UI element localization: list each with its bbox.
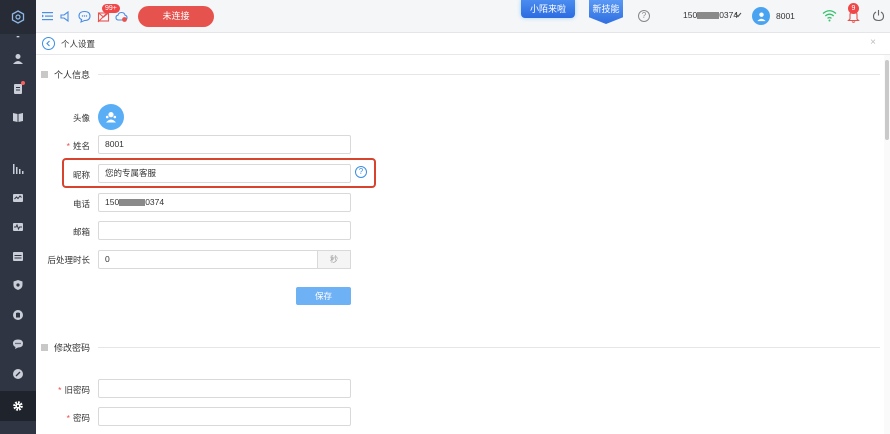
avatar[interactable] (98, 104, 124, 130)
section-divider (98, 346, 881, 348)
sidebar-item-top[interactable] (0, 34, 36, 42)
sidebar-item-tasks[interactable] (0, 74, 36, 102)
phone-prefix: 150 (105, 197, 120, 207)
old-password-label: * 旧密码 (58, 385, 90, 395)
phone-selector[interactable]: 150 0374 (683, 10, 738, 20)
sidebar-item-user[interactable] (0, 45, 36, 73)
sidebar-item-shield[interactable] (0, 271, 36, 299)
nickname-field[interactable]: 您的专属客服 (98, 164, 351, 183)
phone-mask (119, 199, 146, 206)
message-icon[interactable] (77, 9, 91, 23)
avatar[interactable] (752, 7, 770, 25)
phone-suffix: 0374 (145, 197, 165, 207)
connection-status-button[interactable]: 未连接 (138, 6, 214, 27)
announcement-icon[interactable] (58, 9, 72, 23)
sidebar-item-chat[interactable] (0, 330, 36, 358)
phone-field[interactable]: 150 0374 (98, 193, 351, 212)
name-label: * 姓名 (66, 141, 90, 151)
promo-banner-xiaomo[interactable]: 小陌来啦 (521, 0, 575, 18)
link-icon (13, 369, 23, 379)
gear-icon (13, 401, 23, 411)
section-title: 个人信息 (54, 69, 91, 80)
name-field[interactable]: 8001 (98, 135, 351, 154)
shield-icon (13, 280, 23, 290)
email-field[interactable] (98, 221, 351, 240)
help-icon[interactable]: ? (638, 10, 650, 22)
sidebar (0, 0, 36, 434)
nickname-label: 昵称 (72, 170, 90, 180)
save-button[interactable]: 保存 (296, 287, 351, 305)
sidebar-item-shirt[interactable] (0, 301, 36, 329)
app-logo-icon[interactable] (0, 0, 36, 34)
phone-label: 电话 (72, 199, 90, 209)
close-icon[interactable]: × (870, 37, 876, 48)
scrollbar-thumb[interactable] (885, 60, 889, 140)
chevron-down-icon[interactable] (734, 11, 742, 20)
tab-personal-settings[interactable]: 个人设置 (61, 38, 95, 50)
notification-dot (21, 81, 25, 85)
user-icon (13, 54, 23, 64)
wifi-icon (822, 9, 837, 24)
help-icon[interactable]: ? (355, 166, 367, 178)
cloud-off-icon[interactable] (114, 9, 128, 23)
power-icon[interactable] (872, 9, 885, 24)
tab-bar: 个人设置 × (36, 33, 890, 55)
old-password-field[interactable] (98, 379, 351, 398)
avatar-label: 头像 (72, 113, 90, 123)
seconds-unit: 秒 (318, 250, 351, 269)
back-icon[interactable] (42, 37, 55, 50)
notification-count-badge: 9 (848, 3, 859, 14)
phone-prefix: 150 (683, 10, 698, 20)
user-avatar-icon (105, 112, 117, 123)
menu-collapse-icon[interactable] (40, 9, 54, 23)
new-password-field[interactable] (98, 407, 351, 426)
section-marker-icon (41, 343, 48, 351)
user-avatar-icon (756, 11, 766, 21)
circle-shirt-icon (13, 310, 23, 320)
section-personal-info: 个人信息 (41, 67, 881, 81)
section-divider (98, 73, 881, 75)
chat-icon (13, 339, 23, 349)
phone-mask (697, 12, 720, 19)
section-marker-icon (41, 70, 48, 78)
after-call-duration-field[interactable]: 0 (98, 250, 318, 269)
section-title: 修改密码 (54, 342, 91, 353)
after-call-duration-label: 后处理时长 (47, 255, 90, 265)
new-password-label: * 密码 (66, 413, 90, 423)
email-label: 邮箱 (72, 227, 90, 237)
section-change-password: 修改密码 (41, 340, 881, 354)
user-name[interactable]: 8001 (776, 11, 795, 21)
